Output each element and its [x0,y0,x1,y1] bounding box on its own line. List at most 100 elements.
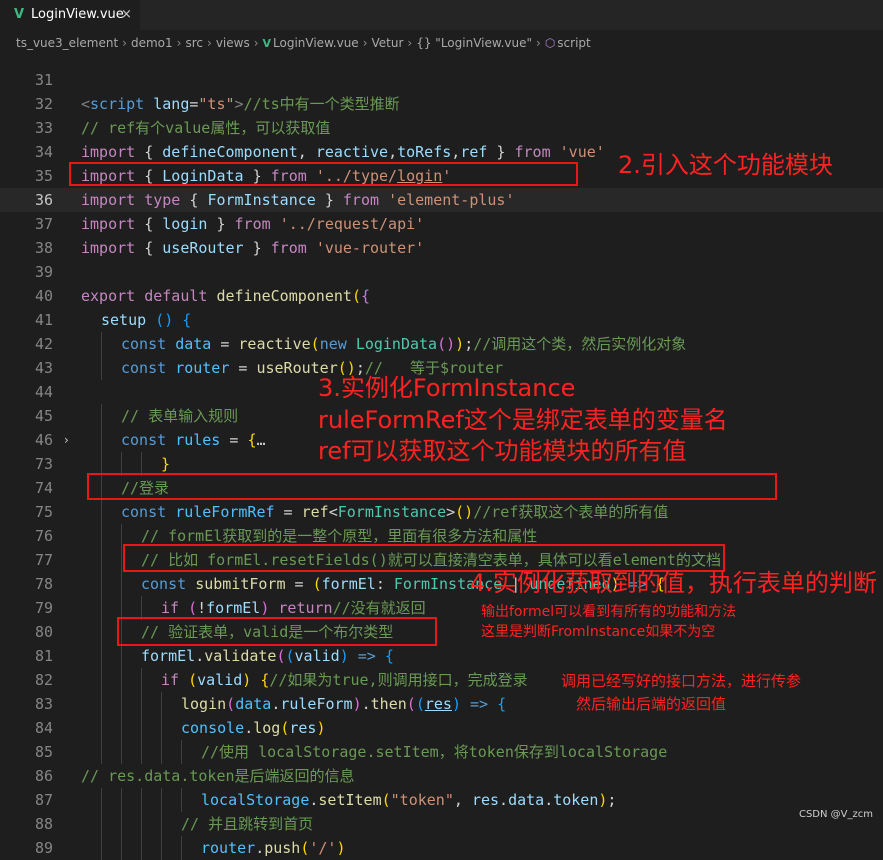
code-line[interactable]: 38 import { useRouter } from 'vue-router' [0,236,883,260]
code-text: const data = reactive(new LoginData());/… [121,335,687,353]
line-number: 82 [34,671,53,689]
code-line[interactable]: 32 <script lang="ts">//ts中有一个类型推断 [0,92,883,116]
line-number: 31 [34,71,53,89]
indent-guide [161,812,162,836]
line-number: 84 [34,719,53,737]
line-number: 34 [34,143,53,161]
code-line[interactable]: 40 export default defineComponent({ [0,284,883,308]
indent-guide [121,788,122,812]
breadcrumb: ts_vue3_element › demo1 › src › views › V LoginVi… [16,33,591,53]
line-number: 37 [34,215,53,233]
indent-guide [141,716,142,740]
line-number: 75 [34,503,53,521]
code-text: localStorage.setItem("token", res.data.t… [201,791,617,809]
code-line[interactable]: 31 [0,68,883,92]
line-number: 45 [34,407,53,425]
vue-file-icon: V [262,37,272,50]
chevron-right-icon: › [176,36,182,50]
indent-guide [121,524,122,548]
code-line[interactable]: 81 formEl.validate((valid) => { [0,644,883,668]
code-line[interactable]: 83 login(data.ruleForm).then((res) => { [0,692,883,716]
indent-guide [101,620,102,644]
code-text: // res.data.token是后端返回的信息 [81,767,355,785]
code-line[interactable]: 89 router.push('/') [0,836,883,860]
indent-guide [101,428,102,452]
line-number: 80 [34,623,53,641]
indent-guide [101,740,102,764]
code-line[interactable]: 87 localStorage.setItem("token", res.data… [0,788,883,812]
line-number: 46 [34,431,53,449]
indent-guide [101,788,102,812]
indent-guide [101,668,102,692]
code-line[interactable]: 75 const ruleFormRef = ref<FormInstance>(… [0,500,883,524]
indent-guide [181,788,182,812]
code-line[interactable]: 42 const data = reactive(new LoginData())… [0,332,883,356]
chevron-right-icon: › [362,36,368,50]
line-number: 40 [34,287,53,305]
tab-loginview-vue[interactable]: V LoginView.vue × [0,0,140,30]
close-icon[interactable]: × [121,6,132,24]
indent-guide [121,692,122,716]
code-line[interactable]: 33 // ref有个value属性，可以获取值 [0,116,883,140]
indent-guide [161,836,162,860]
code-line[interactable]: 85 //使用 localStorage.setItem，将token保存到loc… [0,740,883,764]
line-number: 83 [34,695,53,713]
indent-guide [101,692,102,716]
annotation-box-import-forminstance [69,162,578,186]
breadcrumb-item-demo1[interactable]: demo1 [131,36,173,50]
code-line[interactable]: 88 // 并且跳转到首页 [0,812,883,836]
indent-guide [101,596,102,620]
breadcrumb-item-vetur[interactable]: Vetur [372,36,404,50]
indent-guide [141,668,142,692]
line-number: 39 [34,263,53,281]
line-number: 79 [34,599,53,617]
line-number: 33 [34,119,53,137]
breadcrumb-item-script[interactable]: script [557,36,590,50]
breadcrumb-item-views[interactable]: views [216,36,250,50]
cube-icon: ⬡ [544,36,556,50]
indent-guide [101,548,102,572]
indent-guide [181,836,182,860]
code-text: import { login } from '../request/api' [81,215,425,233]
code-text: // 表单输入规则 [121,407,239,425]
indent-guide [161,692,162,716]
indent-guide [101,716,102,740]
line-number: 86 [34,767,53,785]
indent-guide [121,812,122,836]
indent-guide [181,740,182,764]
code-text: const rules = {… [121,431,266,449]
code-line[interactable]: 36 import type { FormInstance } from 'ele… [0,188,883,212]
code-line[interactable]: 37 import { login } from '../request/api' [0,212,883,236]
indent-guide [161,788,162,812]
code-line[interactable]: 39 [0,260,883,284]
breadcrumb-item-src[interactable]: src [185,36,203,50]
code-text: //使用 localStorage.setItem，将token保存到local… [201,743,668,761]
indent-guide [121,716,122,740]
code-line[interactable]: 84 console.log(res) [0,716,883,740]
breadcrumb-item-file[interactable]: LoginView.vue [273,36,359,50]
code-line[interactable]: 86 // res.data.token是后端返回的信息 [0,764,883,788]
line-number: 85 [34,743,53,761]
line-number: 43 [34,359,53,377]
line-number: 88 [34,815,53,833]
indent-guide [101,836,102,860]
code-text: // 并且跳转到首页 [181,815,314,833]
line-number: 35 [34,167,53,185]
indent-guide [101,356,102,380]
chevron-right-icon: › [207,36,212,50]
code-text: import type { FormInstance } from 'eleme… [81,191,515,209]
watermark: CSDN @V_zcm [798,809,873,820]
code-text: formEl.validate((valid) => { [141,647,394,665]
line-number: 42 [34,335,53,353]
indent-guide [101,332,102,356]
fold-chevron-icon[interactable]: › [64,428,69,452]
line-number: 41 [34,311,53,329]
breadcrumb-item-module[interactable]: {} "LoginView.vue" [416,36,532,50]
line-number: 81 [34,647,53,665]
code-text: import { useRouter } from 'vue-router' [81,239,425,257]
code-text: router.push('/') [201,839,346,857]
breadcrumb-item-project[interactable]: ts_vue3_element [16,36,118,50]
chevron-right-icon: › [536,36,541,50]
annotation-note-formel-2: 这里是判断FromInstance如果不为空 [481,624,716,640]
code-line[interactable]: 41 setup () { [0,308,883,332]
